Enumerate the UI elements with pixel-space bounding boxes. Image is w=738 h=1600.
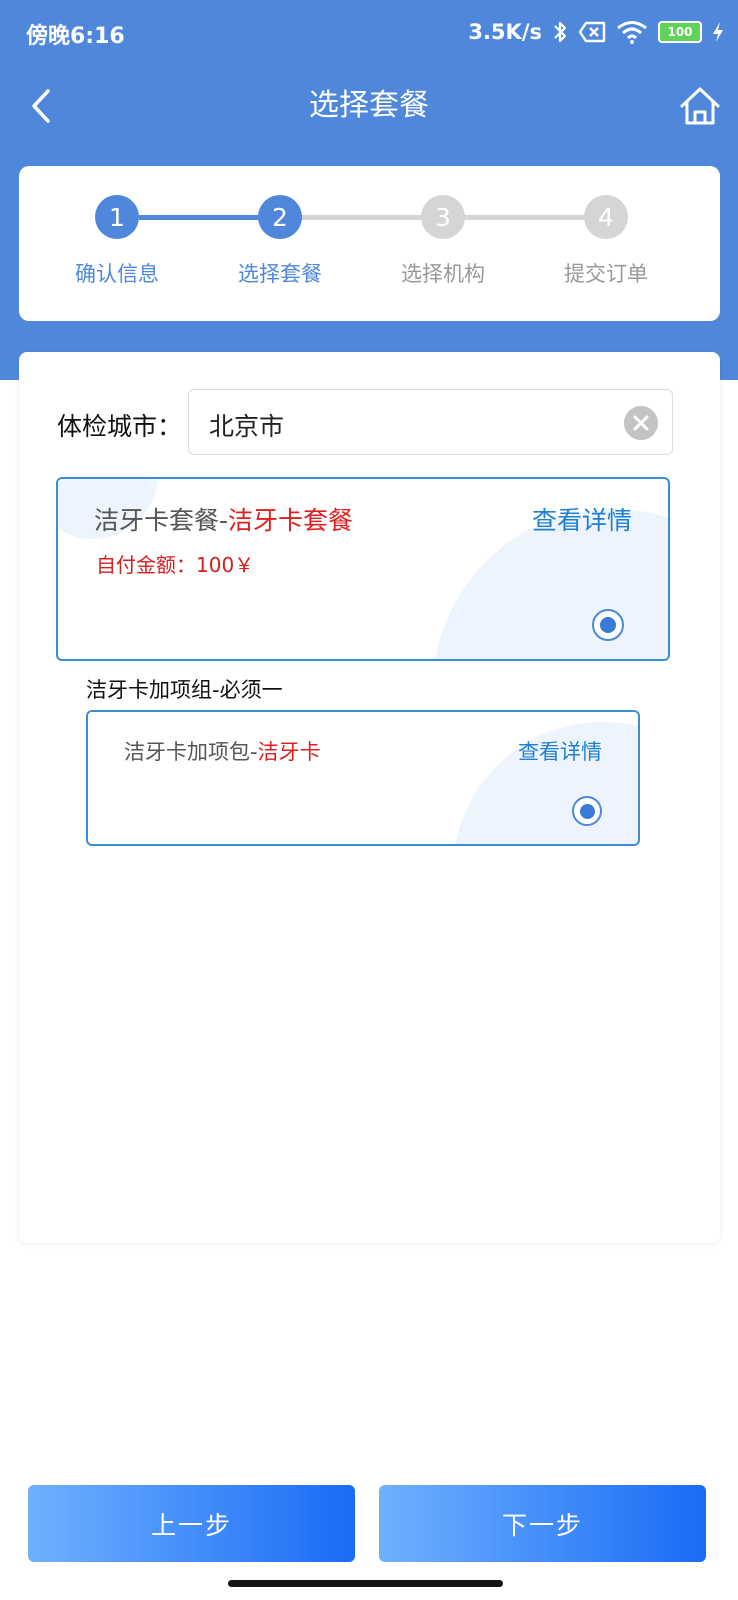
city-label: 体检城市： — [57, 412, 183, 441]
wifi-icon — [617, 21, 647, 44]
progress-stepper: 1 2 3 4 确认信息 选择套餐 选择机构 提交订单 — [19, 166, 720, 321]
addon-radio[interactable] — [572, 796, 602, 826]
step-label-3: 选择机构 — [401, 262, 485, 286]
addon-group-title: 洁牙卡加项组-必须一 — [86, 678, 283, 702]
price-text: 自付金额：100￥ — [96, 553, 255, 577]
prev-step-button[interactable]: 上一步 — [28, 1485, 355, 1562]
charging-icon — [713, 22, 723, 42]
addon-option[interactable]: 洁牙卡加项包-洁牙卡 查看详情 — [86, 710, 640, 846]
city-field[interactable]: 北京市 — [188, 389, 673, 455]
next-step-button[interactable]: 下一步 — [379, 1485, 706, 1562]
step-label-4: 提交订单 — [564, 262, 648, 286]
package-radio[interactable] — [592, 609, 624, 641]
next-step-label: 下一步 — [501, 1510, 583, 1540]
step-circle-2: 2 — [258, 195, 302, 239]
step-label-2: 选择套餐 — [238, 262, 322, 286]
battery-level: 100 — [667, 25, 693, 39]
view-details-link[interactable]: 查看详情 — [532, 501, 632, 537]
addon-title: 洁牙卡加项包-洁牙卡 — [124, 740, 321, 764]
step-circle-3: 3 — [421, 195, 465, 239]
network-speed: 3.5K/s — [468, 20, 542, 44]
status-icons: 3.5K/s 100 — [468, 16, 724, 48]
status-time: 傍晚6:16 — [26, 24, 125, 49]
package-selection-card: 体检城市： 北京市 洁牙卡套餐-洁牙卡套餐 查看详情 自付金额：100￥ 洁牙卡… — [19, 352, 720, 1243]
package-option[interactable]: 洁牙卡套餐-洁牙卡套餐 查看详情 自付金额：100￥ — [56, 477, 670, 661]
prev-step-label: 上一步 — [150, 1510, 232, 1540]
no-sim-icon — [578, 21, 606, 43]
home-icon[interactable] — [678, 84, 722, 128]
bluetooth-icon — [554, 21, 567, 43]
home-indicator[interactable] — [228, 1580, 503, 1587]
battery-icon: 100 — [658, 21, 702, 43]
clear-icon[interactable] — [624, 406, 658, 440]
addon-view-details-link[interactable]: 查看详情 — [518, 736, 602, 766]
status-bar: 傍晚6:16 3.5K/s 100 — [0, 0, 738, 66]
step-circle-1: 1 — [95, 195, 139, 239]
page-title: 选择套餐 — [309, 88, 429, 123]
city-value: 北京市 — [209, 412, 285, 441]
step-label-1: 确认信息 — [75, 262, 159, 286]
package-title: 洁牙卡套餐-洁牙卡套餐 — [94, 506, 354, 535]
step-circle-4: 4 — [584, 195, 628, 239]
